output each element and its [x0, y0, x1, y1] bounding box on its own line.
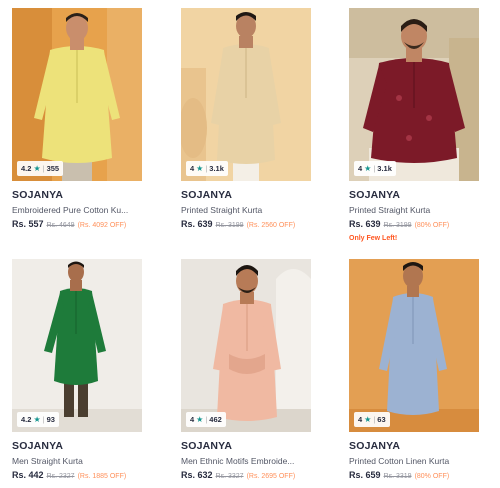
product-brand: SOJANYA	[181, 189, 233, 201]
product-brand: SOJANYA	[12, 440, 64, 452]
rating-badge: 4.2 ★ | 93	[17, 412, 59, 427]
star-icon: ★	[33, 164, 41, 173]
price-row: Rs. 639 Rs. 3199 (Rs. 2560 OFF)	[181, 219, 311, 229]
stock-alert: Only Few Left!	[349, 235, 398, 242]
product-discount: (Rs. 4092 OFF)	[77, 222, 127, 229]
product-card[interactable]: 4.2 ★ | 355 SOJANYA Embroidered Pure Cot…	[12, 8, 142, 229]
rating-value: 4	[190, 164, 195, 173]
product-title: Men Ethnic Motifs Embroide...	[181, 456, 295, 466]
product-photo	[181, 8, 311, 181]
product-info[interactable]: SOJANYA Men Ethnic Motifs Embroide... Rs…	[181, 432, 311, 480]
review-count: 462	[209, 415, 222, 424]
price-row: Rs. 557 Rs. 4649 (Rs. 4092 OFF)	[12, 219, 142, 229]
product-image[interactable]: 4 ★ | 3.1k	[349, 8, 479, 181]
product-price: Rs. 557	[12, 219, 44, 229]
product-photo	[349, 259, 479, 432]
product-title: Printed Straight Kurta	[349, 205, 431, 215]
product-price: Rs. 659	[349, 470, 381, 480]
product-info[interactable]: SOJANYA Men Straight Kurta Rs. 442 Rs. 2…	[12, 432, 142, 480]
product-photo	[349, 8, 479, 181]
price-row: Rs. 632 Rs. 3327 (Rs. 2695 OFF)	[181, 470, 311, 480]
product-price: Rs. 639	[349, 219, 381, 229]
product-brand: SOJANYA	[12, 189, 64, 201]
rating-separator: |	[42, 415, 45, 424]
product-image[interactable]: 4 ★ | 63	[349, 259, 479, 432]
product-brand: SOJANYA	[349, 440, 401, 452]
star-icon: ★	[33, 415, 41, 424]
rating-value: 4.2	[21, 164, 32, 173]
rating-value: 4	[190, 415, 195, 424]
rating-badge: 4 ★ | 3.1k	[354, 161, 396, 176]
product-title: Printed Straight Kurta	[181, 205, 263, 215]
product-mrp: Rs. 3319	[383, 473, 412, 480]
rating-badge: 4 ★ | 3.1k	[186, 161, 228, 176]
product-info[interactable]: SOJANYA Printed Straight Kurta Rs. 639 R…	[181, 181, 311, 229]
rating-value: 4	[358, 415, 363, 424]
product-info[interactable]: SOJANYA Printed Cotton Linen Kurta Rs. 6…	[349, 432, 479, 480]
product-title: Men Straight Kurta	[12, 456, 83, 466]
rating-badge: 4 ★ | 63	[354, 412, 390, 427]
product-info[interactable]: SOJANYA Printed Straight Kurta Rs. 639 R…	[349, 181, 479, 242]
product-card[interactable]: 4 ★ | 3.1k SOJANYA Printed Straight Kurt…	[181, 8, 311, 229]
product-card[interactable]: 4.2 ★ | 93 SOJANYA Men Straight Kurta Rs…	[12, 259, 142, 480]
product-image[interactable]: 4.2 ★ | 93	[12, 259, 142, 432]
product-title: Embroidered Pure Cotton Ku...	[12, 205, 129, 215]
review-count: 3.1k	[209, 164, 224, 173]
product-mrp: Rs. 4649	[46, 222, 75, 229]
rating-badge: 4 ★ | 462	[186, 412, 226, 427]
product-price: Rs. 632	[181, 470, 213, 480]
rating-value: 4	[358, 164, 363, 173]
product-price: Rs. 639	[181, 219, 213, 229]
product-brand: SOJANYA	[181, 440, 233, 452]
rating-badge: 4.2 ★ | 355	[17, 161, 64, 176]
product-photo	[181, 259, 311, 432]
product-mrp: Rs. 3327	[215, 473, 244, 480]
rating-value: 4.2	[21, 415, 32, 424]
star-icon: ★	[196, 415, 204, 424]
review-count: 3.1k	[377, 164, 392, 173]
product-discount: (Rs. 2695 OFF)	[246, 473, 296, 480]
product-discount: (80% OFF)	[414, 473, 450, 480]
star-icon: ★	[364, 164, 372, 173]
product-mrp: Rs. 2327	[46, 473, 75, 480]
rating-separator: |	[373, 164, 376, 173]
product-discount: (Rs. 1885 OFF)	[77, 473, 127, 480]
product-image[interactable]: 4 ★ | 462	[181, 259, 311, 432]
product-photo	[12, 8, 142, 181]
rating-separator: |	[205, 415, 208, 424]
product-info[interactable]: SOJANYA Embroidered Pure Cotton Ku... Rs…	[12, 181, 142, 229]
product-image[interactable]: 4.2 ★ | 355	[12, 8, 142, 181]
price-row: Rs. 442 Rs. 2327 (Rs. 1885 OFF)	[12, 470, 142, 480]
product-mrp: Rs. 3199	[383, 222, 412, 229]
product-brand: SOJANYA	[349, 189, 401, 201]
product-card[interactable]: 4 ★ | 63 SOJANYA Printed Cotton Linen Ku…	[349, 259, 479, 480]
product-discount: (80% OFF)	[414, 222, 450, 229]
rating-separator: |	[205, 164, 208, 173]
product-title: Printed Cotton Linen Kurta	[349, 456, 450, 466]
product-grid: 4.2 ★ | 355 SOJANYA Embroidered Pure Cot…	[0, 0, 500, 488]
rating-separator: |	[42, 164, 45, 173]
price-row: Rs. 639 Rs. 3199 (80% OFF)	[349, 219, 479, 229]
product-card[interactable]: 4 ★ | 3.1k SOJANYA Printed Straight Kurt…	[349, 8, 479, 242]
rating-separator: |	[373, 415, 376, 424]
price-row: Rs. 659 Rs. 3319 (80% OFF)	[349, 470, 479, 480]
product-mrp: Rs. 3199	[215, 222, 244, 229]
review-count: 93	[46, 415, 55, 424]
star-icon: ★	[196, 164, 204, 173]
product-image[interactable]: 4 ★ | 3.1k	[181, 8, 311, 181]
product-photo	[12, 259, 142, 432]
product-card[interactable]: 4 ★ | 462 SOJANYA Men Ethnic Motifs Embr…	[181, 259, 311, 480]
review-count: 355	[46, 164, 60, 173]
product-price: Rs. 442	[12, 470, 44, 480]
review-count: 63	[377, 415, 386, 424]
product-discount: (Rs. 2560 OFF)	[246, 222, 296, 229]
star-icon: ★	[364, 415, 372, 424]
